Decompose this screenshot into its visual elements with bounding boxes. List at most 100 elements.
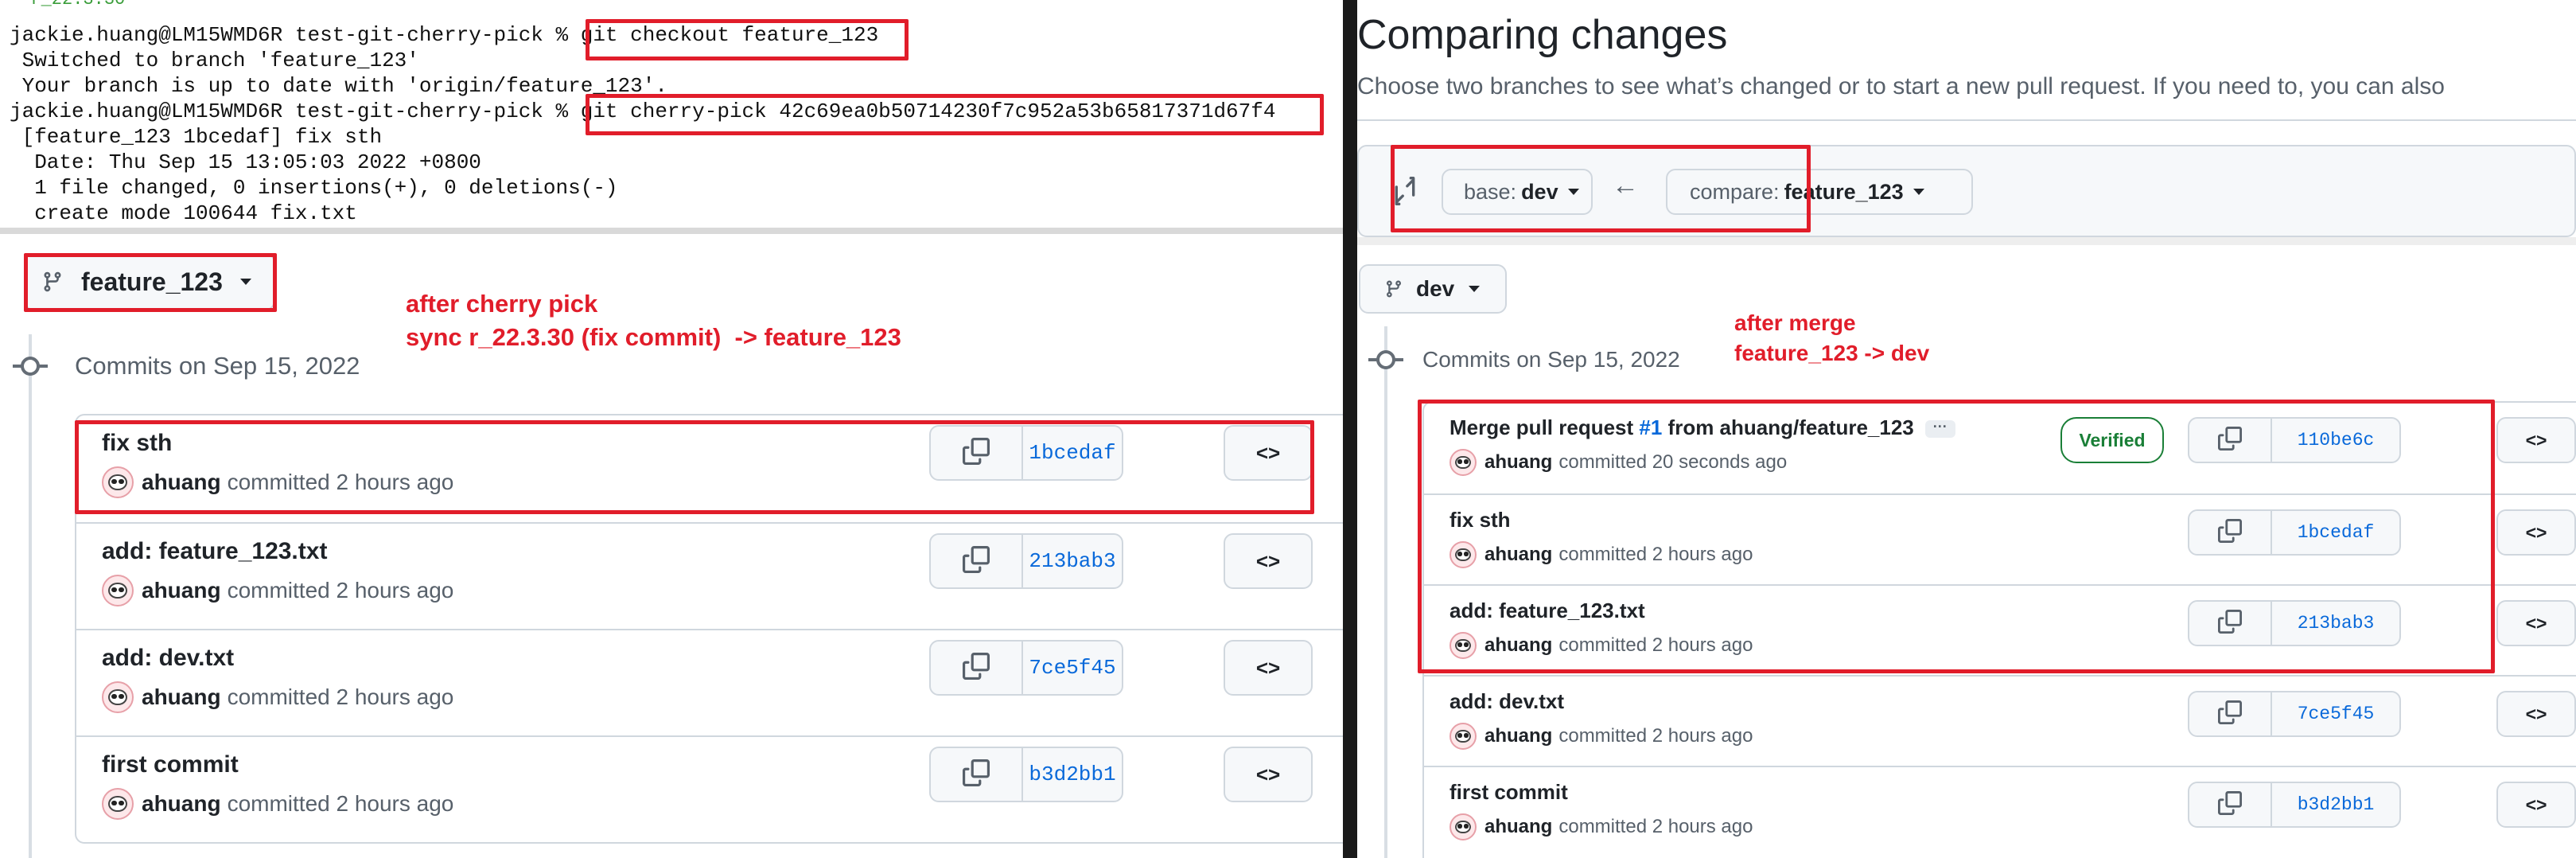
commit-time: committed 2 hours ago	[227, 684, 454, 709]
commit-title[interactable]: add: dev.txt	[102, 645, 234, 672]
commit-sha-link[interactable]: 213bab3	[2272, 602, 2399, 645]
browse-code-button[interactable]: <>	[1224, 640, 1313, 696]
right-screenshot-panel: Comparing changes Choose two branches to…	[1357, 0, 2576, 858]
avatar-eye	[1457, 552, 1462, 556]
commit-time: committed 2 hours ago	[1558, 634, 1753, 656]
chevron-down-icon	[1567, 189, 1579, 195]
avatar-eye	[111, 587, 117, 593]
author-name[interactable]: ahuang	[1485, 544, 1552, 566]
copy-sha-button[interactable]	[2189, 511, 2272, 554]
browse-code-button[interactable]: <>	[2496, 417, 2576, 463]
divider	[1357, 237, 2576, 245]
commit-sha-link[interactable]: 213bab3	[1023, 535, 1122, 587]
page-title: Comparing changes	[1357, 12, 1728, 58]
compare-branch-select[interactable]: compare: feature_123	[1666, 169, 1973, 215]
copy-sha-button[interactable]	[931, 427, 1023, 479]
terminal-line: Your branch is up to date with 'origin/f…	[10, 74, 667, 98]
commit-row: first commit ahuang committed 2 hours ago b…	[1424, 766, 2576, 856]
commit-title[interactable]: Merge pull request #1 from ahuang/featur…	[1449, 415, 1955, 440]
terminal-top-fragment: ^ r_22.3.30	[10, 0, 125, 13]
copy-sha-button[interactable]	[931, 748, 1023, 801]
commit-time: committed 2 hours ago	[227, 470, 454, 494]
copy-sha-button[interactable]	[931, 642, 1023, 694]
copy-sha-button[interactable]	[2189, 602, 2272, 645]
avatar-eye	[1464, 459, 1469, 464]
commit-title[interactable]: first commit	[102, 751, 239, 778]
panel-divider	[1343, 0, 1357, 858]
commit-sha-link[interactable]: 1bcedaf	[1023, 427, 1122, 479]
avatar-eye	[1464, 642, 1469, 647]
merge-title-suffix: from ahuang/feature_123	[1662, 415, 1914, 439]
author-name[interactable]: ahuang	[142, 791, 221, 817]
copy-icon	[2218, 518, 2242, 547]
author-name[interactable]: ahuang	[1485, 634, 1552, 657]
avatar-eye	[119, 587, 124, 593]
browse-code-button[interactable]: <>	[1224, 747, 1313, 802]
expand-message-button[interactable]: ···	[1924, 419, 1955, 439]
author-name[interactable]: ahuang	[1485, 725, 1552, 747]
author-name[interactable]: ahuang	[1485, 451, 1552, 474]
commit-sha-link[interactable]: b3d2bb1	[2272, 783, 2399, 826]
copy-sha-button[interactable]	[2189, 419, 2272, 462]
commit-sha-link[interactable]: 7ce5f45	[1023, 642, 1122, 694]
avatar	[102, 681, 134, 713]
copy-icon	[963, 652, 990, 684]
commit-title[interactable]: add: feature_123.txt	[102, 538, 327, 565]
commit-title[interactable]: first commit	[1449, 780, 1568, 805]
compare-value: feature_123	[1784, 179, 1904, 204]
commit-title[interactable]: add: dev.txt	[1449, 689, 1564, 714]
commit-title[interactable]: add: feature_123.txt	[1449, 599, 1645, 623]
author-name[interactable]: ahuang	[142, 684, 221, 710]
compare-prefix: compare:	[1690, 179, 1780, 204]
commit-actions: 1bcedaf	[929, 425, 1123, 481]
browse-code-button[interactable]: <>	[1224, 533, 1313, 589]
avatar-eye	[1464, 733, 1469, 738]
verified-badge[interactable]: Verified	[2060, 417, 2164, 463]
chevron-down-icon	[1913, 189, 1924, 195]
avatar-eye	[1457, 824, 1462, 829]
commit-sha-link[interactable]: 110be6c	[2272, 419, 2399, 462]
avatar-eye	[119, 693, 124, 700]
browse-code-button[interactable]: <>	[2496, 782, 2576, 828]
terminal-line: 1 file changed, 0 insertions(+), 0 delet…	[10, 176, 618, 200]
branch-icon	[1386, 280, 1401, 298]
copy-sha-button[interactable]	[931, 535, 1023, 587]
commit-sha-link[interactable]: 1bcedaf	[2272, 511, 2399, 554]
branch-icon	[44, 271, 61, 292]
commit-meta: ahuang committed 2 hours ago	[102, 788, 453, 820]
branch-select-button[interactable]: feature_123	[24, 253, 275, 310]
avatar-eye	[1457, 459, 1462, 464]
browse-code-button[interactable]: <>	[1224, 425, 1313, 481]
avatar	[102, 575, 134, 606]
commit-timeline	[29, 334, 32, 858]
copy-icon	[2218, 700, 2242, 728]
author-name[interactable]: ahuang	[142, 470, 221, 495]
compare-arrows-icon[interactable]	[1391, 175, 1419, 207]
commit-meta: ahuang committed 2 hours ago	[102, 466, 453, 498]
commit-sha-link[interactable]: b3d2bb1	[1023, 748, 1122, 801]
avatar-eye	[1464, 824, 1469, 829]
commit-title[interactable]: fix sth	[1449, 508, 1511, 532]
annotation-line1: after cherry pick	[406, 290, 598, 318]
copy-icon	[2218, 609, 2242, 638]
page-subtitle: Choose two branches to see what’s change…	[1357, 73, 2445, 99]
avatar	[1449, 632, 1477, 659]
commit-row: add: dev.txt ahuang committed 2 hours ago 7…	[76, 629, 1343, 735]
browse-code-button[interactable]: <>	[2496, 600, 2576, 646]
author-name[interactable]: ahuang	[1485, 816, 1552, 838]
copy-sha-button[interactable]	[2189, 783, 2272, 826]
commit-meta: ahuang committed 2 hours ago	[102, 575, 453, 606]
browse-code-button[interactable]: <>	[2496, 691, 2576, 737]
copy-icon	[963, 759, 990, 790]
commit-title[interactable]: fix sth	[102, 430, 172, 457]
avatar-eye	[119, 800, 124, 806]
base-branch-select[interactable]: base: dev	[1442, 169, 1593, 215]
commit-meta: ahuang committed 2 hours ago	[1449, 541, 1753, 568]
branch-select-button[interactable]: dev	[1359, 264, 1507, 314]
copy-sha-button[interactable]	[2189, 692, 2272, 735]
author-name[interactable]: ahuang	[142, 578, 221, 603]
pull-request-link[interactable]: #1	[1639, 415, 1662, 439]
browse-code-button[interactable]: <>	[2496, 509, 2576, 556]
avatar-eye	[1464, 552, 1469, 556]
commit-sha-link[interactable]: 7ce5f45	[2272, 692, 2399, 735]
